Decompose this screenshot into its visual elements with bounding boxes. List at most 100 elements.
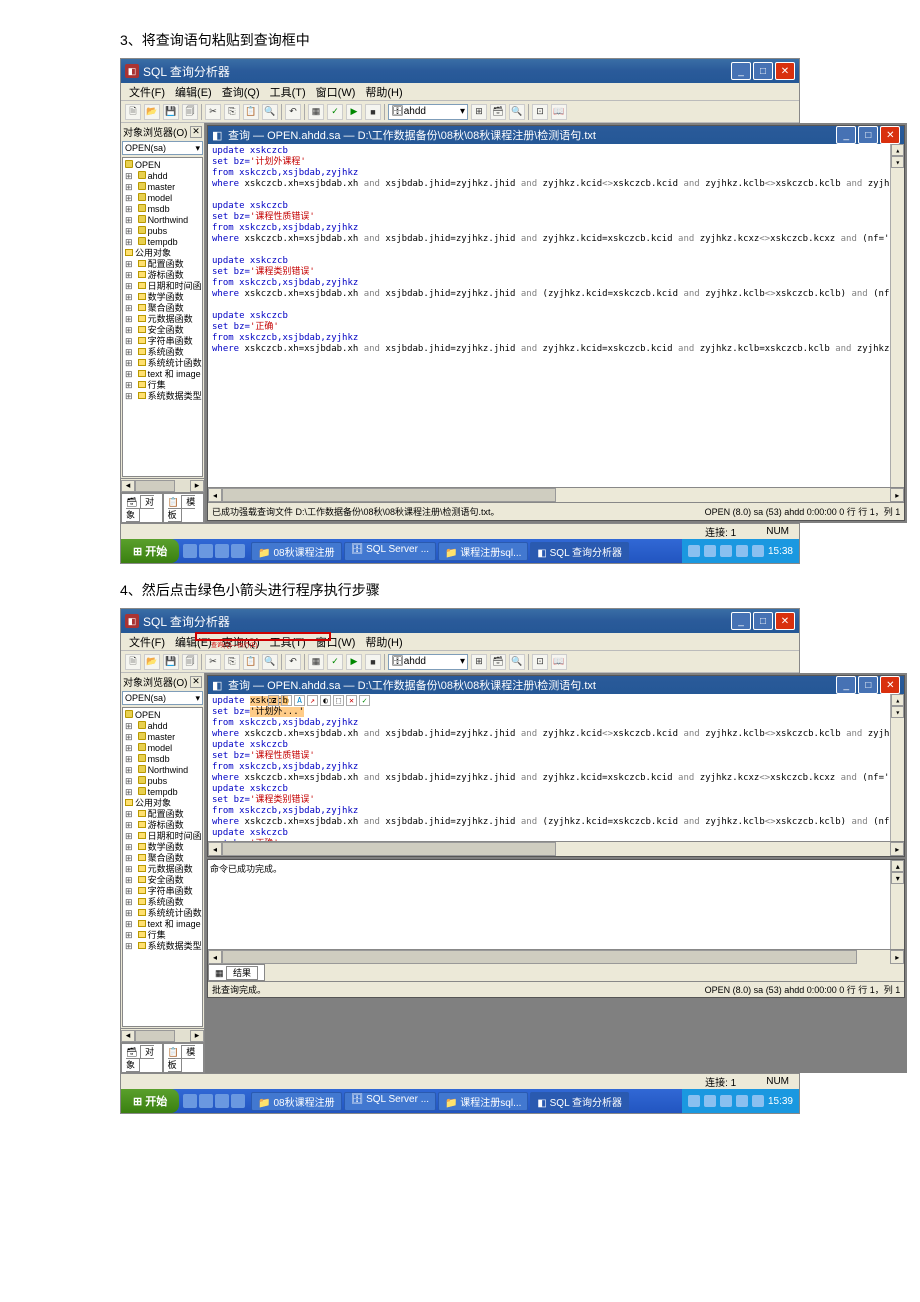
ql-icon[interactable] bbox=[199, 544, 213, 558]
editor-hscroll[interactable]: ◂▸ bbox=[208, 842, 904, 856]
tool-obj[interactable]: 🗃 bbox=[490, 654, 506, 670]
et-btn[interactable]: ◯ bbox=[281, 695, 292, 706]
tool-copy[interactable]: ⎘ bbox=[224, 654, 240, 670]
menu-file[interactable]: 文件(F) bbox=[125, 84, 169, 100]
tool-copy[interactable]: ⎘ bbox=[224, 104, 240, 120]
tool-zoom[interactable]: 🔍 bbox=[509, 654, 525, 670]
task-item[interactable]: 📁 课程注册sql... bbox=[438, 1092, 528, 1111]
menu-tools[interactable]: 工具(T) bbox=[266, 84, 310, 100]
tool-execute[interactable] bbox=[346, 654, 362, 670]
task-item[interactable]: 📁 08秋课程注册 bbox=[251, 542, 341, 561]
ql-icon[interactable] bbox=[215, 1094, 229, 1108]
object-tree[interactable]: OPEN ahdd master model msdb Northwind pu… bbox=[122, 157, 203, 477]
tab-objects[interactable]: 🗃 对象 bbox=[121, 493, 163, 523]
start-button[interactable]: 开始 bbox=[121, 539, 179, 563]
object-tree[interactable]: OPEN ahdd master model msdb Northwind pu… bbox=[122, 707, 203, 1027]
et-btn[interactable]: ◐ bbox=[320, 695, 331, 706]
task-item[interactable]: 📁 课程注册sql... bbox=[438, 542, 528, 561]
et-btn[interactable]: ⊡ bbox=[268, 695, 279, 706]
et-btn[interactable]: ↗ bbox=[307, 695, 318, 706]
tool-cut[interactable]: ✂ bbox=[205, 654, 221, 670]
tool-paste[interactable]: 📋 bbox=[243, 104, 259, 120]
system-tray[interactable]: 15:39 bbox=[682, 1089, 799, 1113]
result-tab[interactable]: ▦ 结果 bbox=[208, 964, 265, 981]
tool-find[interactable]: 🔍 bbox=[262, 104, 278, 120]
inner-close[interactable]: ✕ bbox=[880, 676, 900, 694]
tool-mode[interactable]: ▦ bbox=[308, 104, 324, 120]
tool-plan[interactable]: ⊞ bbox=[471, 104, 487, 120]
tool-cut[interactable]: ✂ bbox=[205, 104, 221, 120]
tool-save[interactable]: 💾 bbox=[163, 654, 179, 670]
task-item[interactable]: ◧ SQL 查询分析器 bbox=[530, 542, 629, 561]
inner-max[interactable]: □ bbox=[858, 676, 878, 694]
tool-check[interactable]: ✓ bbox=[327, 654, 343, 670]
menu-help[interactable]: 帮助(H) bbox=[361, 634, 406, 650]
tool-undo[interactable]: ↶ bbox=[285, 654, 301, 670]
close-button[interactable]: ✕ bbox=[775, 62, 795, 80]
inner-min[interactable]: _ bbox=[836, 126, 856, 144]
tool-open[interactable]: 📂 bbox=[144, 104, 160, 120]
minimize-button[interactable]: _ bbox=[731, 62, 751, 80]
db-combo[interactable]: 🗄 ahdd bbox=[388, 104, 468, 120]
ql-icon[interactable] bbox=[215, 544, 229, 558]
ql-icon[interactable] bbox=[183, 544, 197, 558]
tool-new[interactable]: 🗎 bbox=[125, 104, 141, 120]
inner-min[interactable]: _ bbox=[836, 676, 856, 694]
tool-print[interactable]: 🗐 bbox=[182, 654, 198, 670]
tool-new[interactable]: 🗎 bbox=[125, 654, 141, 670]
inner-close[interactable]: ✕ bbox=[880, 126, 900, 144]
tool-stop[interactable]: ■ bbox=[365, 654, 381, 670]
inner-max[interactable]: □ bbox=[858, 126, 878, 144]
sidebar-hscroll[interactable]: ◂▸ bbox=[121, 478, 204, 492]
result-hscroll[interactable]: ◂▸ bbox=[208, 950, 904, 964]
sidebar-hscroll[interactable]: ◂▸ bbox=[121, 1028, 204, 1042]
menu-file[interactable]: 文件(F) bbox=[125, 634, 169, 650]
sidebar-close[interactable]: ✕ bbox=[190, 126, 202, 138]
menu-window[interactable]: 窗口(W) bbox=[312, 84, 360, 100]
et-btn[interactable]: ✓ bbox=[359, 695, 370, 706]
system-tray[interactable]: 15:38 bbox=[682, 539, 799, 563]
close-button[interactable]: ✕ bbox=[775, 612, 795, 630]
tool-win[interactable]: ⊡ bbox=[532, 104, 548, 120]
result-vscroll[interactable]: ▴▾ bbox=[890, 860, 904, 949]
menu-query[interactable]: 查询(Q) bbox=[218, 84, 264, 100]
tool-open[interactable]: 📂 bbox=[144, 654, 160, 670]
task-item[interactable]: 📁 08秋课程注册 bbox=[251, 1092, 341, 1111]
et-btn[interactable]: ✕ bbox=[346, 695, 357, 706]
et-btn[interactable]: ⬚ bbox=[333, 695, 344, 706]
task-item[interactable]: ◧ SQL 查询分析器 bbox=[530, 1092, 629, 1111]
start-button[interactable]: 开始 bbox=[121, 1089, 179, 1113]
tool-stop[interactable]: ■ bbox=[365, 104, 381, 120]
server-combo[interactable]: OPEN(sa)▾ bbox=[122, 691, 203, 705]
tool-print[interactable]: 🗐 bbox=[182, 104, 198, 120]
tool-mode[interactable]: ▦ bbox=[308, 654, 324, 670]
tool-execute[interactable] bbox=[346, 104, 362, 120]
editor-hscroll[interactable]: ◂▸ bbox=[208, 488, 904, 502]
tool-win[interactable]: ⊡ bbox=[532, 654, 548, 670]
tool-zoom[interactable]: 🔍 bbox=[509, 104, 525, 120]
tool-help[interactable]: 📖 bbox=[551, 654, 567, 670]
menu-help[interactable]: 帮助(H) bbox=[361, 84, 406, 100]
et-btn[interactable]: A bbox=[294, 695, 305, 706]
editor-vscroll[interactable]: ▴▾ bbox=[890, 694, 904, 841]
tool-undo[interactable]: ↶ bbox=[285, 104, 301, 120]
tab-templates[interactable]: 📋 模板 bbox=[163, 493, 204, 523]
tool-paste[interactable]: 📋 bbox=[243, 654, 259, 670]
ql-icon[interactable] bbox=[183, 1094, 197, 1108]
tab-objects[interactable]: 🗃 对象 bbox=[121, 1043, 163, 1073]
maximize-button[interactable]: □ bbox=[753, 62, 773, 80]
tool-check[interactable]: ✓ bbox=[327, 104, 343, 120]
tool-plan[interactable]: ⊞ bbox=[471, 654, 487, 670]
tool-obj[interactable]: 🗃 bbox=[490, 104, 506, 120]
editor-vscroll[interactable]: ▴▾ bbox=[890, 144, 904, 487]
menu-edit[interactable]: 编辑(E) bbox=[171, 84, 216, 100]
tool-help[interactable]: 📖 bbox=[551, 104, 567, 120]
tab-templates[interactable]: 📋 模板 bbox=[163, 1043, 204, 1073]
minimize-button[interactable]: _ bbox=[731, 612, 751, 630]
tool-save[interactable]: 💾 bbox=[163, 104, 179, 120]
ql-icon[interactable] bbox=[199, 1094, 213, 1108]
sql-editor[interactable]: update xskczcb set bz='计划外课程' from xskcz… bbox=[208, 144, 904, 488]
maximize-button[interactable]: □ bbox=[753, 612, 773, 630]
db-combo[interactable]: 🗄 ahdd bbox=[388, 654, 468, 670]
tool-find[interactable]: 🔍 bbox=[262, 654, 278, 670]
